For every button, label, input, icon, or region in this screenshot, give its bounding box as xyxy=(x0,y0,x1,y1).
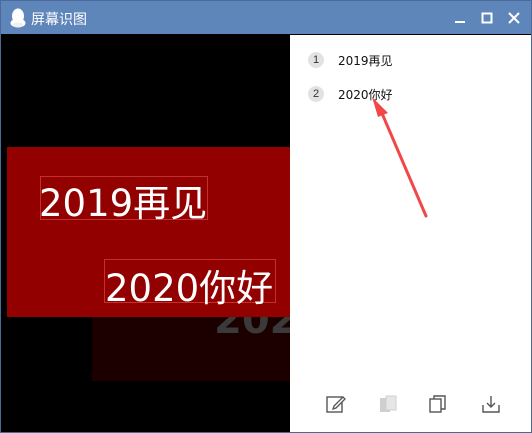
window-title: 屏幕识图 xyxy=(31,12,87,28)
edit-icon[interactable] xyxy=(325,393,347,415)
translate-icon[interactable] xyxy=(377,393,399,415)
captured-line: 2020你好 xyxy=(105,267,274,310)
title-bar[interactable]: 屏幕识图 xyxy=(1,1,531,34)
ocr-window: 屏幕识图 2020 2019再见 2020你好 1 2019再见 2 2020你… xyxy=(0,0,532,433)
result-text[interactable]: 2020你好 xyxy=(338,86,393,103)
result-item[interactable]: 2 2020你好 xyxy=(308,83,393,105)
capture-preview: 2020 2019再见 2020你好 xyxy=(2,35,290,432)
captured-line: 2019再见 xyxy=(39,182,208,225)
close-button[interactable] xyxy=(503,7,525,29)
result-number: 1 xyxy=(308,52,324,68)
result-item[interactable]: 1 2019再见 xyxy=(308,49,393,71)
download-icon[interactable] xyxy=(480,393,502,415)
maximize-button[interactable] xyxy=(476,7,498,29)
penguin-icon xyxy=(10,8,26,28)
result-text[interactable]: 2019再见 xyxy=(338,52,393,69)
recognition-results-panel: 1 2019再见 2 2020你好 xyxy=(290,35,531,432)
copy-icon[interactable] xyxy=(427,393,449,415)
result-number: 2 xyxy=(308,86,324,102)
minimize-button[interactable] xyxy=(449,7,471,29)
